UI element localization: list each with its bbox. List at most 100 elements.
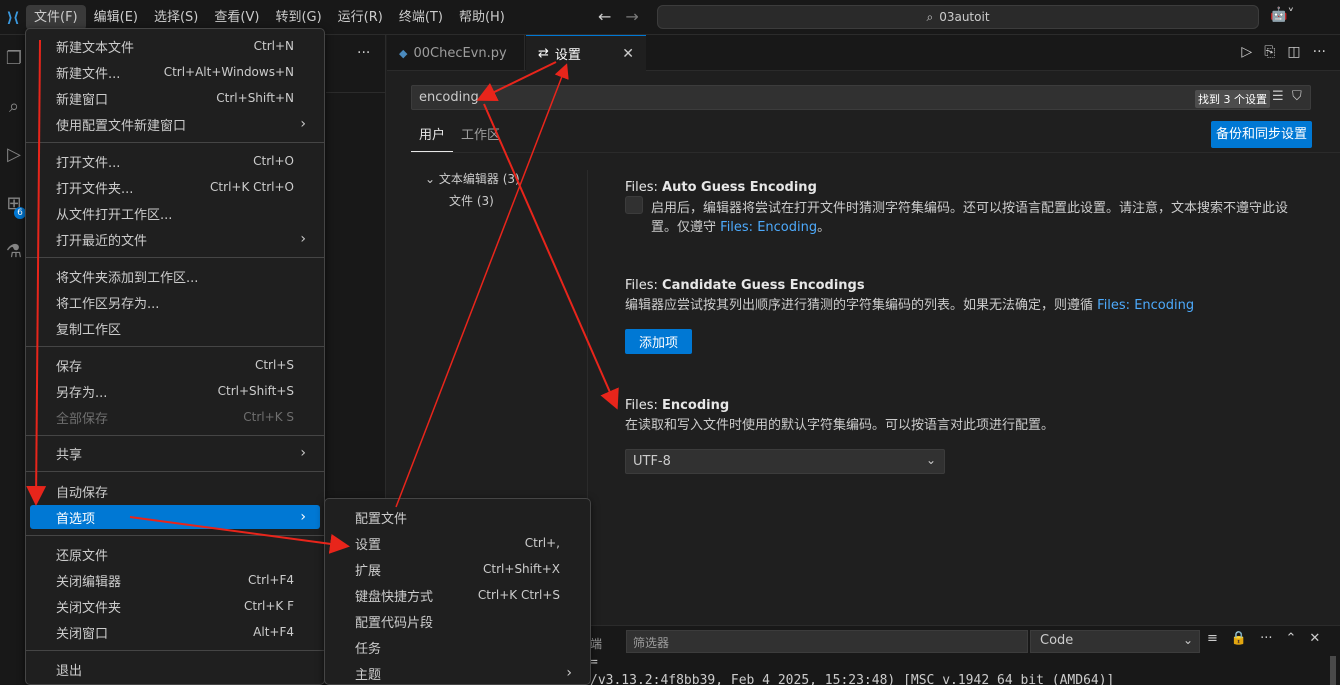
menu-item-open-recent[interactable]: 打开最近的文件 › bbox=[30, 227, 320, 251]
close-icon[interactable]: ✕ bbox=[622, 46, 634, 62]
files-encoding-link[interactable]: Files: Encoding bbox=[720, 220, 817, 235]
auto-guess-checkbox[interactable] bbox=[625, 196, 643, 214]
more-actions-icon[interactable]: ··· bbox=[357, 45, 370, 61]
explorer-icon[interactable]: ❐ bbox=[3, 45, 25, 71]
menu-item-add-folder[interactable]: 将文件夹添加到工作区... bbox=[30, 264, 320, 288]
menu-terminal[interactable]: 终端(T) bbox=[391, 5, 451, 30]
chevron-down-icon: ⌄ bbox=[1182, 633, 1193, 647]
menu-item-share[interactable]: 共享 › bbox=[30, 441, 320, 465]
search-value: encoding bbox=[419, 90, 479, 105]
menu-run[interactable]: 运行(R) bbox=[330, 5, 391, 30]
output-line: /v3.13.2:4f8bb39, Feb 4 2025, 15:23:48) … bbox=[590, 673, 1115, 685]
back-arrow-icon[interactable]: ← bbox=[598, 7, 611, 26]
add-item-button[interactable]: 添加项 bbox=[625, 329, 693, 354]
more-actions-icon[interactable]: ··· bbox=[1313, 44, 1326, 60]
menu-view[interactable]: 查看(V) bbox=[206, 5, 267, 30]
menu-item-open-workspace[interactable]: 从文件打开工作区... bbox=[30, 201, 320, 225]
menu-item-new-text-file[interactable]: 新建文本文件 Ctrl+N bbox=[30, 34, 320, 58]
run-debug-icon[interactable]: ▷ bbox=[3, 141, 25, 167]
editor-actions: ▷ ⎘ ◫ ··· bbox=[1241, 44, 1326, 60]
backup-sync-button[interactable]: 备份和同步设置 bbox=[1211, 121, 1312, 148]
search-icon: ⌕ bbox=[926, 9, 934, 24]
setting-auto-guess-encoding: Files: Auto Guess Encoding 启用后，编辑器将尝试在打开… bbox=[625, 180, 1289, 235]
menu-item-themes[interactable]: 主题 › bbox=[329, 661, 586, 685]
menu-item-preferences[interactable]: 首选项 › bbox=[30, 505, 320, 529]
settings-search-input[interactable]: encoding 找到 3 个设置 ☰ ⛉ bbox=[411, 85, 1311, 110]
output-channel-select[interactable]: Code ⌄ bbox=[1030, 630, 1200, 653]
menu-item-save-workspace-as[interactable]: 将工作区另存为... bbox=[30, 290, 320, 314]
menu-separator bbox=[26, 535, 324, 536]
menu-help[interactable]: 帮助(H) bbox=[451, 5, 513, 30]
copilot-icon[interactable]: 🤖˅ bbox=[1270, 7, 1294, 23]
menu-item-save-as[interactable]: 另存为... Ctrl+Shift+S bbox=[30, 379, 320, 403]
menu-item-open-folder[interactable]: 打开文件夹... Ctrl+K Ctrl+O bbox=[30, 175, 320, 199]
scrollbar[interactable] bbox=[1330, 656, 1336, 685]
toc-item-files[interactable]: 文件 (3) bbox=[425, 192, 520, 209]
clear-output-icon[interactable]: ≡ bbox=[1207, 631, 1218, 646]
menu-item-tasks[interactable]: 任务 bbox=[329, 635, 586, 659]
menu-item-new-window-profile[interactable]: 使用配置文件新建窗口 › bbox=[30, 112, 320, 136]
menu-item-profiles[interactable]: 配置文件 bbox=[329, 505, 586, 529]
open-json-icon[interactable]: ⎘ bbox=[1264, 44, 1275, 60]
divider bbox=[411, 152, 1340, 153]
select-value: UTF-8 bbox=[633, 454, 671, 469]
chevron-right-icon: › bbox=[300, 231, 306, 247]
menu-separator bbox=[26, 471, 324, 472]
chevron-right-icon: › bbox=[300, 509, 306, 525]
menu-selection[interactable]: 选择(S) bbox=[146, 5, 206, 30]
clear-filter-icon[interactable]: ☰ bbox=[1272, 89, 1284, 104]
command-center-label: 03autoit bbox=[939, 10, 990, 24]
panel-tab-terminal[interactable]: 端 bbox=[590, 635, 602, 652]
menu-item-duplicate-workspace[interactable]: 复制工作区 bbox=[30, 316, 320, 340]
menu-item-snippets[interactable]: 配置代码片段 bbox=[329, 609, 586, 633]
maximize-panel-icon[interactable]: ⌃ bbox=[1286, 631, 1297, 646]
python-icon: ◆ bbox=[399, 46, 408, 60]
menu-go[interactable]: 转到(G) bbox=[267, 5, 329, 30]
menu-item-settings[interactable]: 设置 Ctrl+, bbox=[329, 531, 586, 555]
search-icon[interactable]: ⌕ bbox=[3, 93, 25, 119]
run-icon[interactable]: ▷ bbox=[1241, 44, 1252, 60]
files-encoding-link[interactable]: Files: Encoding bbox=[1097, 298, 1194, 313]
vscode-logo-icon: ⟩⟨ bbox=[6, 9, 20, 26]
menu-separator bbox=[26, 257, 324, 258]
sidebar-divider bbox=[326, 92, 386, 93]
menu-item-revert-file[interactable]: 还原文件 bbox=[30, 542, 320, 566]
encoding-select[interactable]: UTF-8 ⌄ bbox=[625, 449, 945, 474]
tab-settings[interactable]: ⇄ 设置 ✕ bbox=[526, 35, 646, 71]
menu-item-save[interactable]: 保存 Ctrl+S bbox=[30, 353, 320, 377]
menu-item-open-file[interactable]: 打开文件... Ctrl+O bbox=[30, 149, 320, 173]
menu-item-close-window[interactable]: 关闭窗口 Alt+F4 bbox=[30, 620, 320, 644]
tab-bar: ◆ 00ChecEvn.py ⇄ 设置 ✕ ▷ ⎘ ◫ ··· bbox=[387, 35, 1340, 71]
tab-label: 设置 bbox=[554, 48, 581, 63]
setting-candidate-guess-encodings: Files: Candidate Guess Encodings 编辑器应尝试按… bbox=[625, 278, 1305, 354]
command-center[interactable]: ⌕ 03autoit bbox=[657, 5, 1259, 29]
menu-item-extensions[interactable]: 扩展 Ctrl+Shift+X bbox=[329, 557, 586, 581]
more-actions-icon[interactable]: ··· bbox=[1260, 631, 1272, 646]
menu-file[interactable]: 文件(F) bbox=[26, 5, 86, 30]
setting-title: Encoding bbox=[662, 398, 730, 413]
tab-user[interactable]: 用户 bbox=[411, 126, 454, 152]
testing-icon[interactable]: ⚗ bbox=[3, 238, 25, 264]
menu-item-keyboard-shortcuts[interactable]: 键盘快捷方式 Ctrl+K Ctrl+S bbox=[329, 583, 586, 607]
menu-edit[interactable]: 编辑(E) bbox=[86, 5, 146, 30]
menu-bar: 文件(F) 编辑(E) 选择(S) 查看(V) 转到(G) 运行(R) 终端(T… bbox=[26, 5, 513, 30]
menu-separator bbox=[26, 435, 324, 436]
split-editor-icon[interactable]: ◫ bbox=[1287, 44, 1300, 60]
menu-item-close-editor[interactable]: 关闭编辑器 Ctrl+F4 bbox=[30, 568, 320, 592]
menu-item-exit[interactable]: 退出 bbox=[30, 657, 320, 681]
setting-description: 编辑器应尝试按其列出顺序进行猜测的字符集编码的列表。如果无法确定，则遵循 bbox=[625, 298, 1094, 313]
output-filter-input[interactable]: 筛选器 bbox=[626, 630, 1028, 653]
filter-icon[interactable]: ⛉ bbox=[1292, 89, 1302, 104]
menu-item-new-window[interactable]: 新建窗口 Ctrl+Shift+N bbox=[30, 86, 320, 110]
close-icon[interactable]: ✕ bbox=[1309, 631, 1320, 646]
menu-item-new-file[interactable]: 新建文件... Ctrl+Alt+Windows+N bbox=[30, 60, 320, 84]
menu-item-auto-save[interactable]: 自动保存 bbox=[30, 479, 320, 503]
forward-arrow-icon[interactable]: → bbox=[625, 7, 638, 26]
nav-arrows: ← → bbox=[598, 7, 639, 26]
menu-item-close-folder[interactable]: 关闭文件夹 Ctrl+K F bbox=[30, 594, 320, 618]
tab-python-file[interactable]: ◆ 00ChecEvn.py bbox=[387, 35, 525, 71]
toc-group-text-editor[interactable]: ⌄ 文本编辑器 (3) bbox=[425, 170, 520, 187]
lock-icon[interactable]: 🔒 bbox=[1231, 631, 1247, 646]
tab-workspace[interactable]: 工作区 bbox=[453, 126, 508, 152]
chevron-right-icon: › bbox=[566, 665, 572, 681]
